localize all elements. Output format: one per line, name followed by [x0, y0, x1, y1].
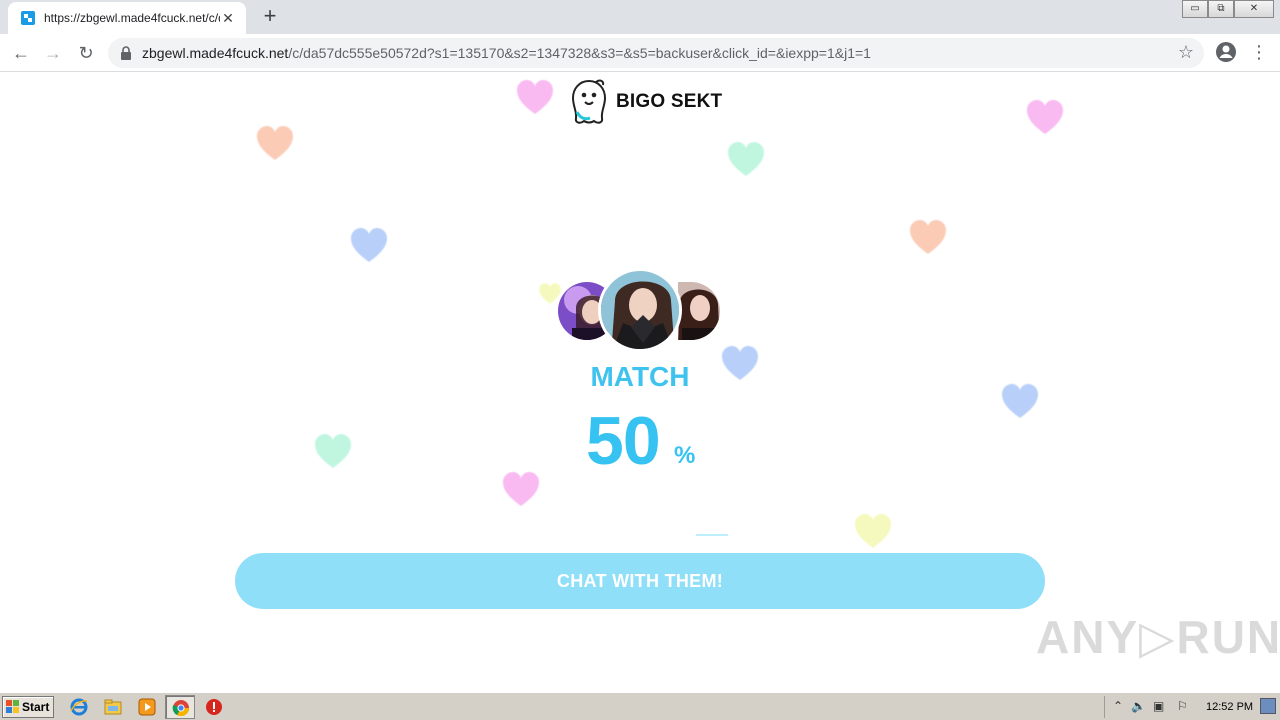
forward-button[interactable]: → [40, 40, 66, 66]
heart-icon [315, 434, 351, 468]
match-label: MATCH [590, 361, 690, 392]
browser-tab[interactable]: https://zbgewl.made4fcuck.net/c/da ✕ [8, 2, 246, 34]
profile-photo-right [678, 280, 722, 342]
heart-icon [351, 228, 387, 262]
bookmark-star-icon[interactable]: ☆ [1178, 42, 1194, 63]
back-button[interactable]: ← [8, 40, 34, 66]
page-content: BIGO SEKT MATCH 50 % CHAT WITH THEM! ANY… [0, 72, 1280, 692]
volume-icon[interactable]: 🔈 [1131, 699, 1146, 713]
explorer-icon[interactable] [104, 698, 122, 716]
heart-icon [257, 126, 293, 160]
lock-icon [121, 46, 131, 60]
tab-title: https://zbgewl.made4fcuck.net/c/da [44, 11, 220, 25]
heart-icon [503, 472, 539, 506]
url-path: /c/da57dc555e50572d?s1=135170&s2=1347328… [288, 45, 871, 61]
brand-name: BIGO SEKT [616, 91, 723, 112]
heart-icon [728, 142, 764, 176]
address-bar[interactable]: zbgewl.made4fcuck.net/c/da57dc555e50572d… [108, 38, 1204, 68]
start-button[interactable]: Start [2, 696, 54, 718]
taskbar-clock[interactable]: 12:52 PM [1206, 701, 1253, 713]
percent-sign: % [674, 442, 696, 469]
window-close-button[interactable]: ✕ [1234, 0, 1274, 18]
network-icon[interactable]: ▣ [1153, 699, 1164, 713]
stop-icon[interactable] [205, 698, 223, 716]
reload-button[interactable]: ↻ [73, 40, 99, 66]
url-text[interactable]: zbgewl.made4fcuck.net/c/da57dc555e50572d… [142, 45, 871, 61]
chat-with-them-button[interactable]: CHAT WITH THEM! [235, 553, 1045, 609]
site-favicon-icon [21, 11, 35, 25]
heart-icon [855, 514, 891, 548]
heart-icon [910, 220, 946, 254]
browser-menu-icon[interactable]: ⋮ [1250, 40, 1268, 64]
brand-header: BIGO SEKT [568, 78, 722, 126]
photo-image [678, 282, 720, 340]
system-tray: ⌃ 🔈 ▣ ⚐ [1104, 696, 1280, 718]
new-tab-button[interactable]: + [258, 5, 282, 29]
url-host: zbgewl.made4fcuck.net [142, 45, 289, 61]
tab-close-icon[interactable]: ✕ [220, 10, 236, 27]
start-label: Start [22, 700, 50, 714]
chrome-icon [172, 700, 190, 717]
window-minimize-button[interactable]: ▭ [1182, 0, 1208, 18]
heart-icon [517, 80, 553, 114]
match-percent: 50 [586, 403, 661, 479]
action-center-flag-icon[interactable]: ⚐ [1177, 699, 1188, 713]
profile-photo-center [598, 268, 682, 352]
taskbar: Start ⌃ 🔈 ▣ ⚐ 12:52 PM [0, 692, 1280, 720]
show-desktop-button[interactable] [1260, 698, 1276, 714]
chrome-taskbar-button[interactable] [165, 695, 195, 719]
anyrun-watermark: ANY▷RUN [1036, 611, 1280, 663]
windows-flag-icon [6, 700, 19, 713]
tab-strip: https://zbgewl.made4fcuck.net/c/da ✕ + ▭… [0, 0, 1280, 34]
tray-expand-icon[interactable]: ⌃ [1113, 699, 1123, 713]
window-restore-button[interactable]: ⧉ [1208, 0, 1234, 18]
loading-bar [696, 534, 728, 536]
bigo-mascot-logo-icon [571, 79, 607, 124]
photo-image [601, 271, 679, 349]
browser-toolbar: ← → ↻ zbgewl.made4fcuck.net/c/da57dc555e… [0, 34, 1280, 72]
ie-icon[interactable] [70, 698, 88, 716]
heart-icon [1027, 100, 1063, 134]
profile-avatar-icon[interactable] [1215, 41, 1237, 63]
media-player-icon[interactable] [138, 698, 156, 716]
